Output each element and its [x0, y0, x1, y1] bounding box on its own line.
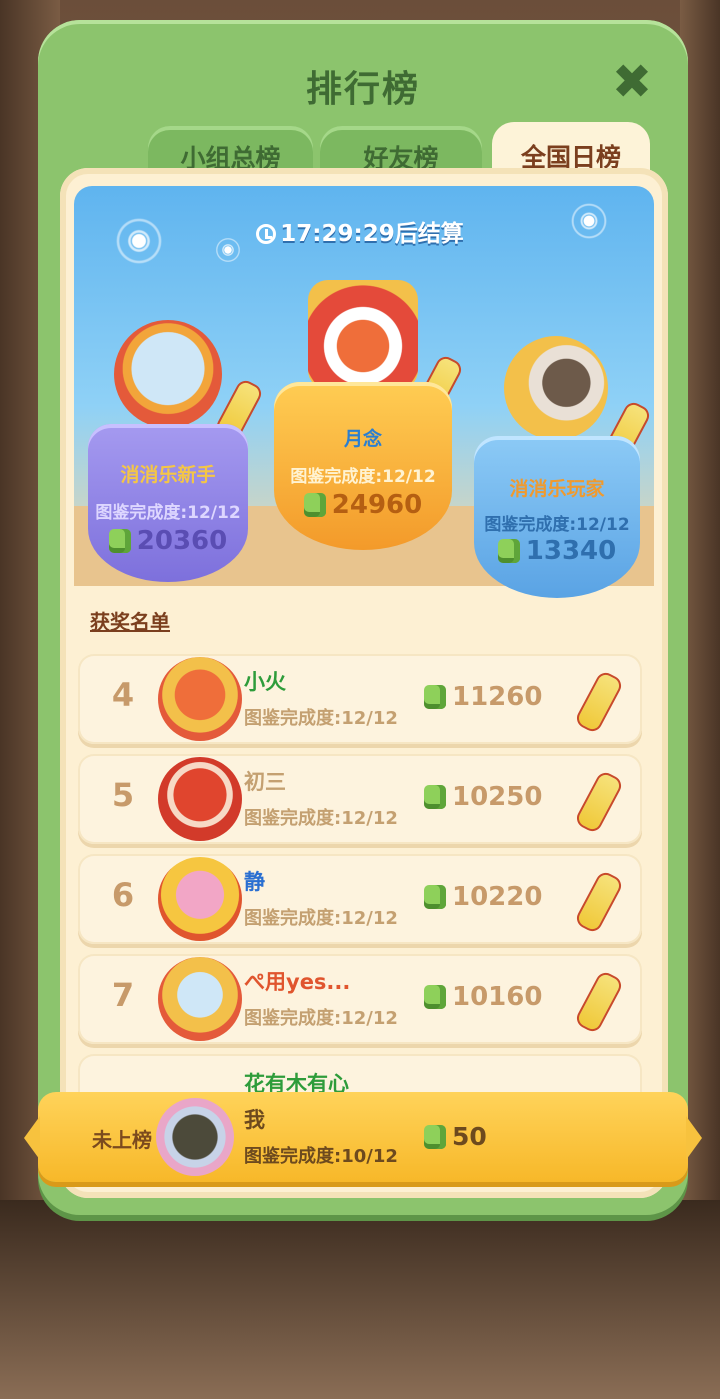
countdown-text: 17:29:29后结算	[280, 221, 464, 247]
player-progress: 图鉴完成度:12/12	[290, 467, 436, 487]
player-name: 静	[244, 870, 265, 894]
scroll-icon	[573, 769, 625, 835]
avatar	[158, 657, 242, 741]
player-score: 10250	[424, 782, 542, 812]
my-progress: 图鉴完成度:10/12	[244, 1146, 398, 1167]
podium-third[interactable]: 消消乐玩家 图鉴完成度:12/12 13340	[474, 336, 653, 598]
scroll-icon	[573, 669, 625, 735]
player-score: 13340	[474, 536, 640, 566]
my-rank-bar[interactable]: 未上榜 我 图鉴完成度:10/12 50	[24, 1092, 702, 1182]
list-item[interactable]: 5 初三 图鉴完成度:12/12 10250	[78, 754, 642, 844]
avatar	[158, 757, 242, 841]
award-list-title: 获奖名单	[90, 610, 170, 634]
avatar	[156, 1098, 234, 1176]
rank-number: 7	[111, 976, 135, 1014]
player-score: 10160	[424, 982, 542, 1012]
avatar	[504, 336, 608, 440]
rank-number: 5	[111, 776, 135, 814]
list-item[interactable]: 4 小火 图鉴完成度:12/12 11260	[78, 654, 642, 744]
player-score: 11260	[424, 682, 542, 712]
player-name: 月念	[343, 428, 382, 450]
my-score: 50	[424, 1122, 487, 1151]
podium-second[interactable]: 消消乐新手 图鉴完成度:12/12 20360	[88, 320, 265, 582]
gem-icon	[497, 539, 520, 563]
avatar	[158, 857, 242, 941]
player-progress: 图鉴完成度:12/12	[244, 808, 398, 829]
player-score: 10220	[424, 882, 542, 912]
rank-number: 6	[111, 876, 135, 914]
player-name: 消消乐玩家	[509, 478, 605, 500]
player-name: 小火	[244, 670, 286, 694]
scroll-icon	[573, 869, 625, 935]
player-progress: 图鉴完成度:12/12	[244, 708, 398, 729]
podium-first[interactable]: 月念 图鉴完成度:12/12 24960	[274, 280, 465, 550]
background-floor	[0, 1200, 720, 1399]
gem-icon	[303, 493, 326, 517]
player-progress: 图鉴完成度:12/12	[244, 1008, 398, 1029]
player-name: 花有木有心	[244, 1072, 349, 1094]
list-item[interactable]: 7 ぺ用yes... 图鉴完成度:12/12 10160	[78, 954, 642, 1044]
player-name: 消消乐新手	[120, 464, 216, 486]
avatar	[308, 280, 418, 390]
avatar	[114, 320, 222, 428]
player-progress: 图鉴完成度:12/12	[244, 908, 398, 929]
my-rank-status: 未上榜	[92, 1128, 152, 1152]
gem-icon	[108, 529, 131, 553]
player-progress: 图鉴完成度:12/12	[95, 503, 241, 523]
countdown-timer: 17:29:29后结算	[0, 214, 720, 248]
page-title: 排行榜	[305, 69, 420, 110]
player-score: 20360	[88, 526, 248, 556]
gem-icon	[424, 785, 446, 809]
list-item[interactable]: 6 静 图鉴完成度:12/12 10220	[78, 854, 642, 944]
avatar	[158, 957, 242, 1041]
scroll-icon	[573, 969, 625, 1035]
list-item[interactable]: 花有木有心	[78, 1054, 642, 1094]
my-name: 我	[244, 1108, 265, 1132]
player-progress: 图鉴完成度:12/12	[484, 515, 630, 535]
gem-icon	[424, 1125, 446, 1149]
player-name: 初三	[244, 770, 286, 794]
gem-icon	[424, 985, 446, 1009]
close-icon[interactable]: ✖	[610, 58, 654, 106]
player-score: 24960	[274, 490, 452, 520]
clock-icon	[256, 224, 277, 244]
gem-icon	[424, 885, 446, 909]
player-name: ぺ用yes...	[244, 970, 351, 994]
gem-icon	[424, 685, 446, 709]
rank-number: 4	[111, 676, 135, 714]
